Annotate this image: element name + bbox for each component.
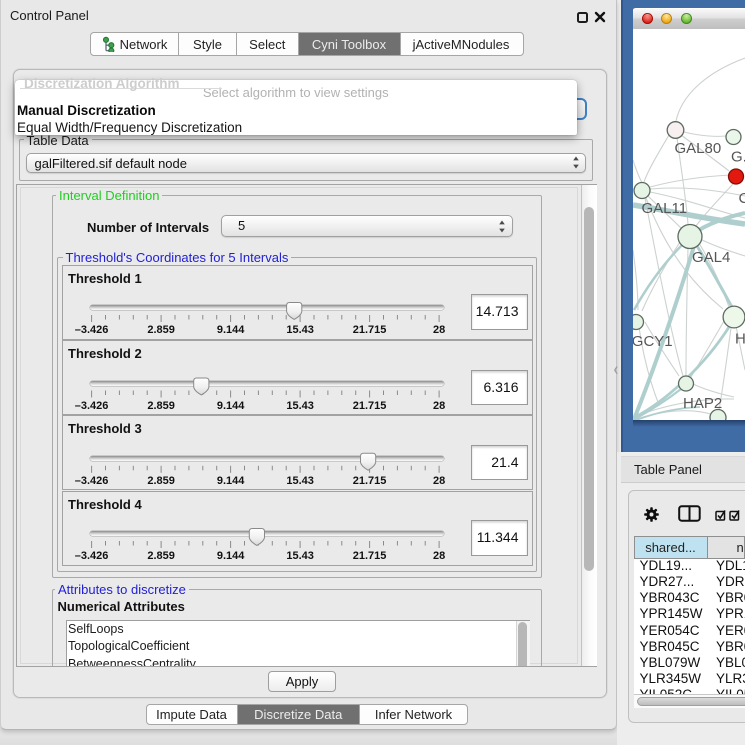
svg-text:HAP2: HAP2 — [683, 395, 722, 412]
svg-text:C: C — [739, 190, 745, 207]
svg-text:GAL80: GAL80 — [675, 140, 722, 157]
svg-text:GAL11: GAL11 — [642, 200, 688, 217]
svg-text:GCY1: GCY1 — [633, 333, 673, 350]
svg-text:H: H — [735, 331, 745, 348]
svg-text:GAL4: GAL4 — [692, 249, 730, 266]
svg-text:G.: G. — [731, 149, 745, 166]
